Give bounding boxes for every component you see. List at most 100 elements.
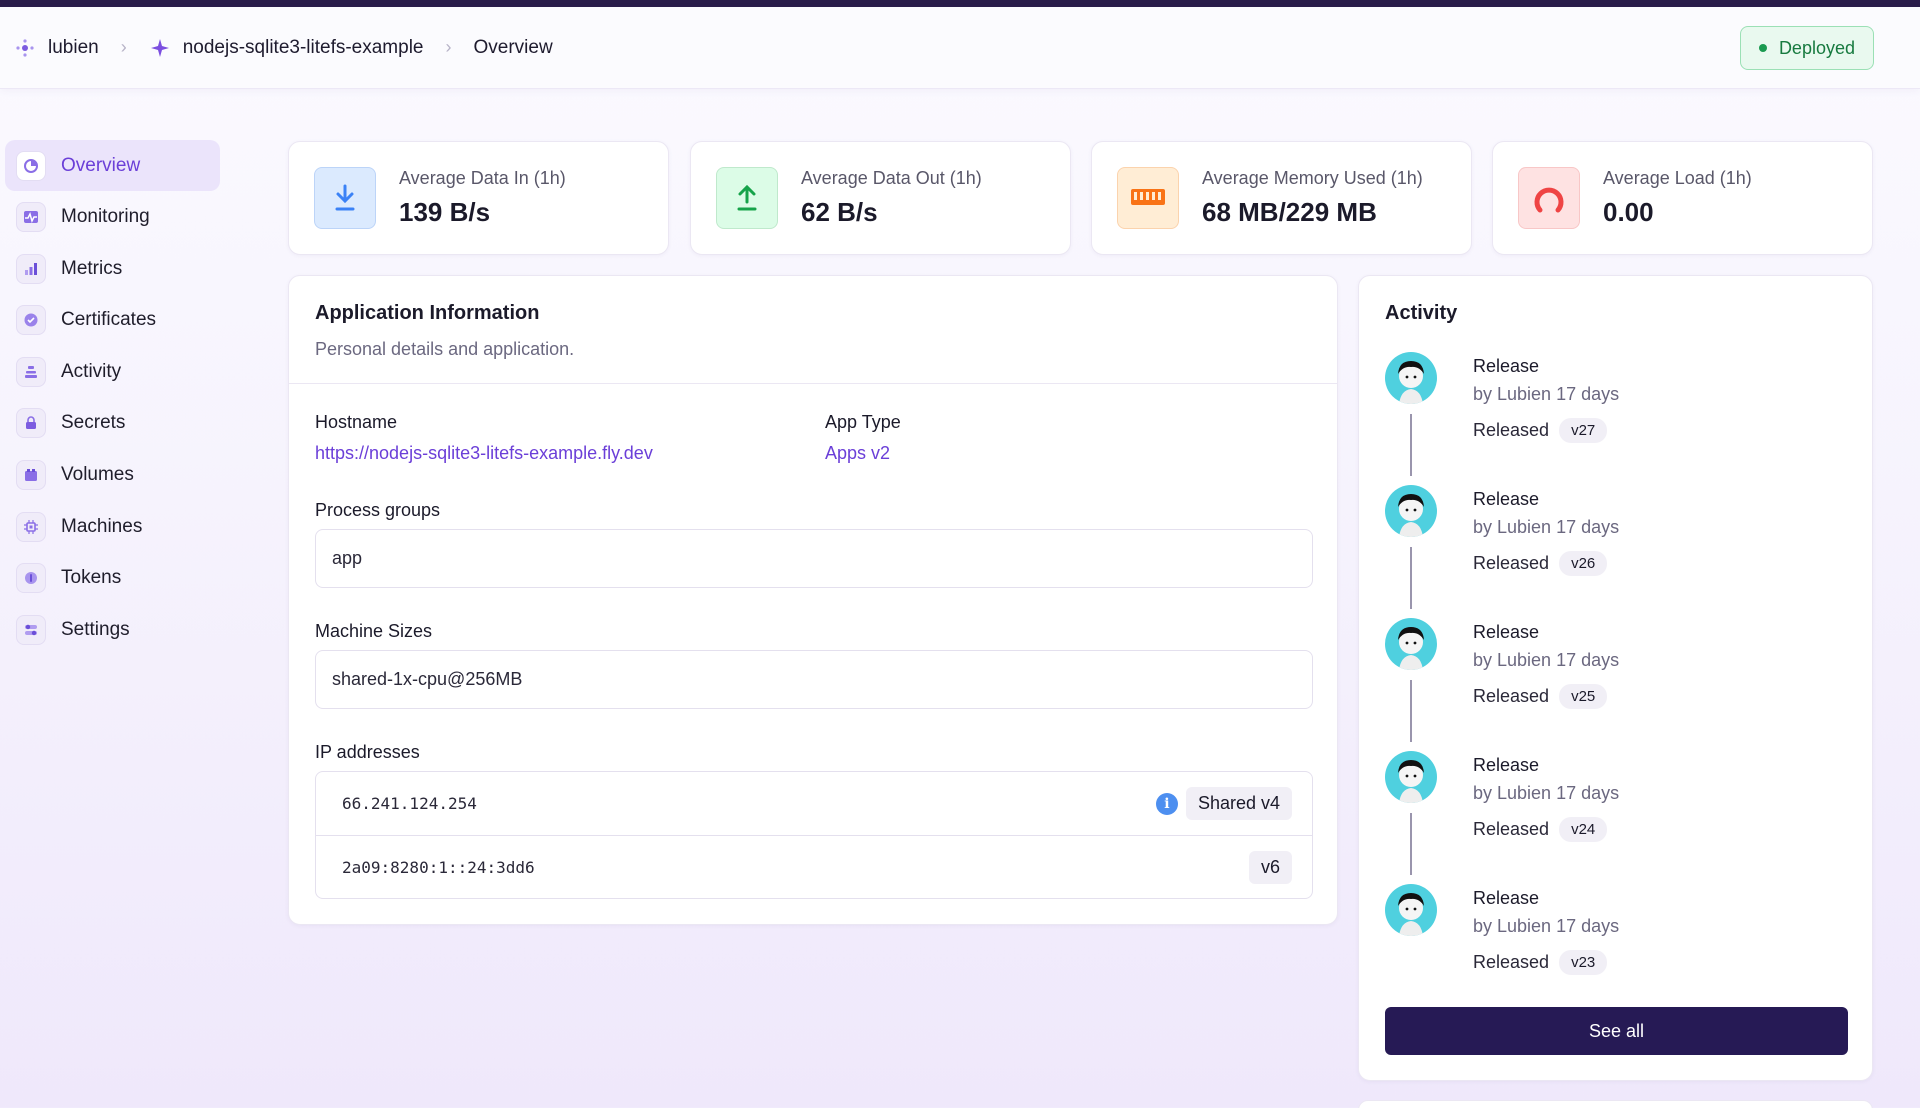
sidebar-item-metrics[interactable]: Metrics xyxy=(5,243,220,294)
stat-label: Average Data Out (1h) xyxy=(801,168,982,188)
stat-value: 0.00 xyxy=(1603,197,1654,227)
activity-release-line: Released v24 xyxy=(1473,817,1608,842)
ip-address: 2a09:8280:1::24:3dd6 xyxy=(342,857,535,877)
hostname-label: Hostname xyxy=(315,412,398,432)
sidebar-item-overview[interactable]: Overview xyxy=(5,140,220,191)
stat-card-load: Average Load (1h) 0.00 xyxy=(1492,141,1873,255)
activity-item[interactable]: Release by Lubien 17 days Released v24 xyxy=(1385,751,1845,875)
sidebar-item-label: Activity xyxy=(61,360,122,382)
activity-author: by Lubien 17 days xyxy=(1473,916,1620,936)
released-label: Released xyxy=(1473,952,1550,972)
ip-type-badge: Shared v4 xyxy=(1185,787,1292,820)
machine-sizes-value: shared-1x-cpu@256MB xyxy=(332,669,523,689)
sidebar-item-tokens[interactable]: Tokens xyxy=(5,553,220,604)
avatar xyxy=(1385,751,1437,803)
released-label: Released xyxy=(1473,553,1550,573)
app-info-subtitle: Personal details and application. xyxy=(315,339,575,359)
token-icon xyxy=(16,563,46,594)
activity-item[interactable]: Release by Lubien 17 days Released v27 xyxy=(1385,352,1845,476)
activity-card: Activity Release by Lubien 17 days Relea… xyxy=(1358,275,1873,1081)
activity-author: by Lubien 17 days xyxy=(1473,517,1620,537)
version-badge: v26 xyxy=(1559,551,1608,576)
app-info-header: Application Information Personal details… xyxy=(289,276,1337,384)
activity-item[interactable]: Release by Lubien 17 days Released v25 xyxy=(1385,618,1845,742)
status-dot-icon xyxy=(1758,44,1767,52)
process-groups-label: Process groups xyxy=(315,500,441,520)
version-badge: v27 xyxy=(1559,418,1608,443)
top-accent-bar xyxy=(0,0,1920,7)
info-icon[interactable]: i xyxy=(1155,792,1178,815)
version-badge: v25 xyxy=(1559,684,1608,709)
chevron-right-icon: › xyxy=(445,37,452,57)
sidebar-item-activity[interactable]: Activity xyxy=(5,346,220,397)
activity-item[interactable]: Release by Lubien 17 days Released v26 xyxy=(1385,485,1845,609)
process-groups-value: app xyxy=(332,548,363,568)
application-info-card: Application Information Personal details… xyxy=(288,275,1338,925)
stat-label: Average Load (1h) xyxy=(1603,168,1752,188)
sidebar: Overview Monitoring Metrics Certificates… xyxy=(5,140,220,656)
avatar xyxy=(1385,884,1437,936)
avatar xyxy=(1385,618,1437,670)
activity-name: Release xyxy=(1473,356,1540,376)
chevron-right-icon: › xyxy=(120,37,127,57)
volume-icon xyxy=(16,460,46,491)
sidebar-item-secrets[interactable]: Secrets xyxy=(5,398,220,449)
stat-value: 68 MB/229 MB xyxy=(1202,197,1377,227)
activity-release-line: Released v27 xyxy=(1473,418,1608,443)
sidebar-item-label: Volumes xyxy=(61,464,134,486)
sidebar-item-label: Metrics xyxy=(61,257,123,279)
next-card-edge xyxy=(1358,1100,1873,1108)
timeline-connector xyxy=(1410,813,1412,875)
ip-row: 66.241.124.254 i Shared v4 xyxy=(316,772,1312,835)
gauge-icon xyxy=(1518,167,1580,229)
app-type-link[interactable]: Apps v2 xyxy=(825,443,890,464)
status-label: Deployed xyxy=(1778,37,1855,58)
activity-release-line: Released v26 xyxy=(1473,551,1608,576)
cpu-icon xyxy=(16,511,46,542)
lock-icon xyxy=(16,408,46,439)
version-badge: v24 xyxy=(1559,817,1608,842)
sidebar-item-label: Secrets xyxy=(61,412,126,434)
hostname-link[interactable]: https://nodejs-sqlite3-litefs-example.fl… xyxy=(315,443,653,464)
activity-icon xyxy=(16,356,46,387)
sidebar-item-monitoring[interactable]: Monitoring xyxy=(5,192,220,243)
sidebar-item-volumes[interactable]: Volumes xyxy=(5,450,220,501)
breadcrumb-page: Overview xyxy=(473,36,553,58)
machine-sizes-field: shared-1x-cpu@256MB xyxy=(315,650,1313,709)
activity-release-line: Released v23 xyxy=(1473,950,1608,975)
app-info-title: Application Information xyxy=(315,302,540,324)
stat-card-data-out: Average Data Out (1h) 62 B/s xyxy=(690,141,1071,255)
activity-item[interactable]: Release by Lubien 17 days Released v23 xyxy=(1385,884,1845,1004)
stat-value: 62 B/s xyxy=(801,197,878,227)
sidebar-item-settings[interactable]: Settings xyxy=(5,604,220,655)
sidebar-item-label: Settings xyxy=(61,618,130,640)
activity-title: Activity xyxy=(1385,302,1458,324)
see-all-button[interactable]: See all xyxy=(1385,1007,1848,1055)
version-badge: v23 xyxy=(1559,950,1608,975)
settings-icon xyxy=(16,614,46,645)
breadcrumb-app[interactable]: nodejs-sqlite3-litefs-example xyxy=(183,37,424,59)
upload-icon xyxy=(716,167,778,229)
avatar xyxy=(1385,485,1437,537)
breadcrumb: lubien › nodejs-sqlite3-litefs-example ›… xyxy=(14,37,553,59)
ip-row: 2a09:8280:1::24:3dd6 v6 xyxy=(316,835,1312,898)
status-badge: Deployed xyxy=(1739,26,1874,70)
timeline-connector xyxy=(1410,680,1412,742)
machine-sizes-label: Machine Sizes xyxy=(315,621,433,641)
breadcrumb-org[interactable]: lubien xyxy=(48,37,99,59)
sidebar-item-label: Certificates xyxy=(61,309,157,331)
released-label: Released xyxy=(1473,420,1550,440)
sidebar-item-certificates[interactable]: Certificates xyxy=(5,295,220,346)
monitoring-icon xyxy=(16,202,46,233)
stat-label: Average Memory Used (1h) xyxy=(1202,168,1423,188)
ip-address-list: 66.241.124.254 i Shared v4 2a09:8280:1::… xyxy=(315,771,1313,899)
stat-value: 139 B/s xyxy=(399,197,491,227)
released-label: Released xyxy=(1473,819,1550,839)
stat-card-memory: Average Memory Used (1h) 68 MB/229 MB xyxy=(1091,141,1472,255)
activity-name: Release xyxy=(1473,622,1540,642)
sidebar-item-machines[interactable]: Machines xyxy=(5,501,220,552)
activity-name: Release xyxy=(1473,888,1540,908)
app-type-label: App Type xyxy=(825,412,901,432)
sidebar-item-label: Tokens xyxy=(61,567,122,589)
sidebar-item-label: Machines xyxy=(61,515,143,537)
